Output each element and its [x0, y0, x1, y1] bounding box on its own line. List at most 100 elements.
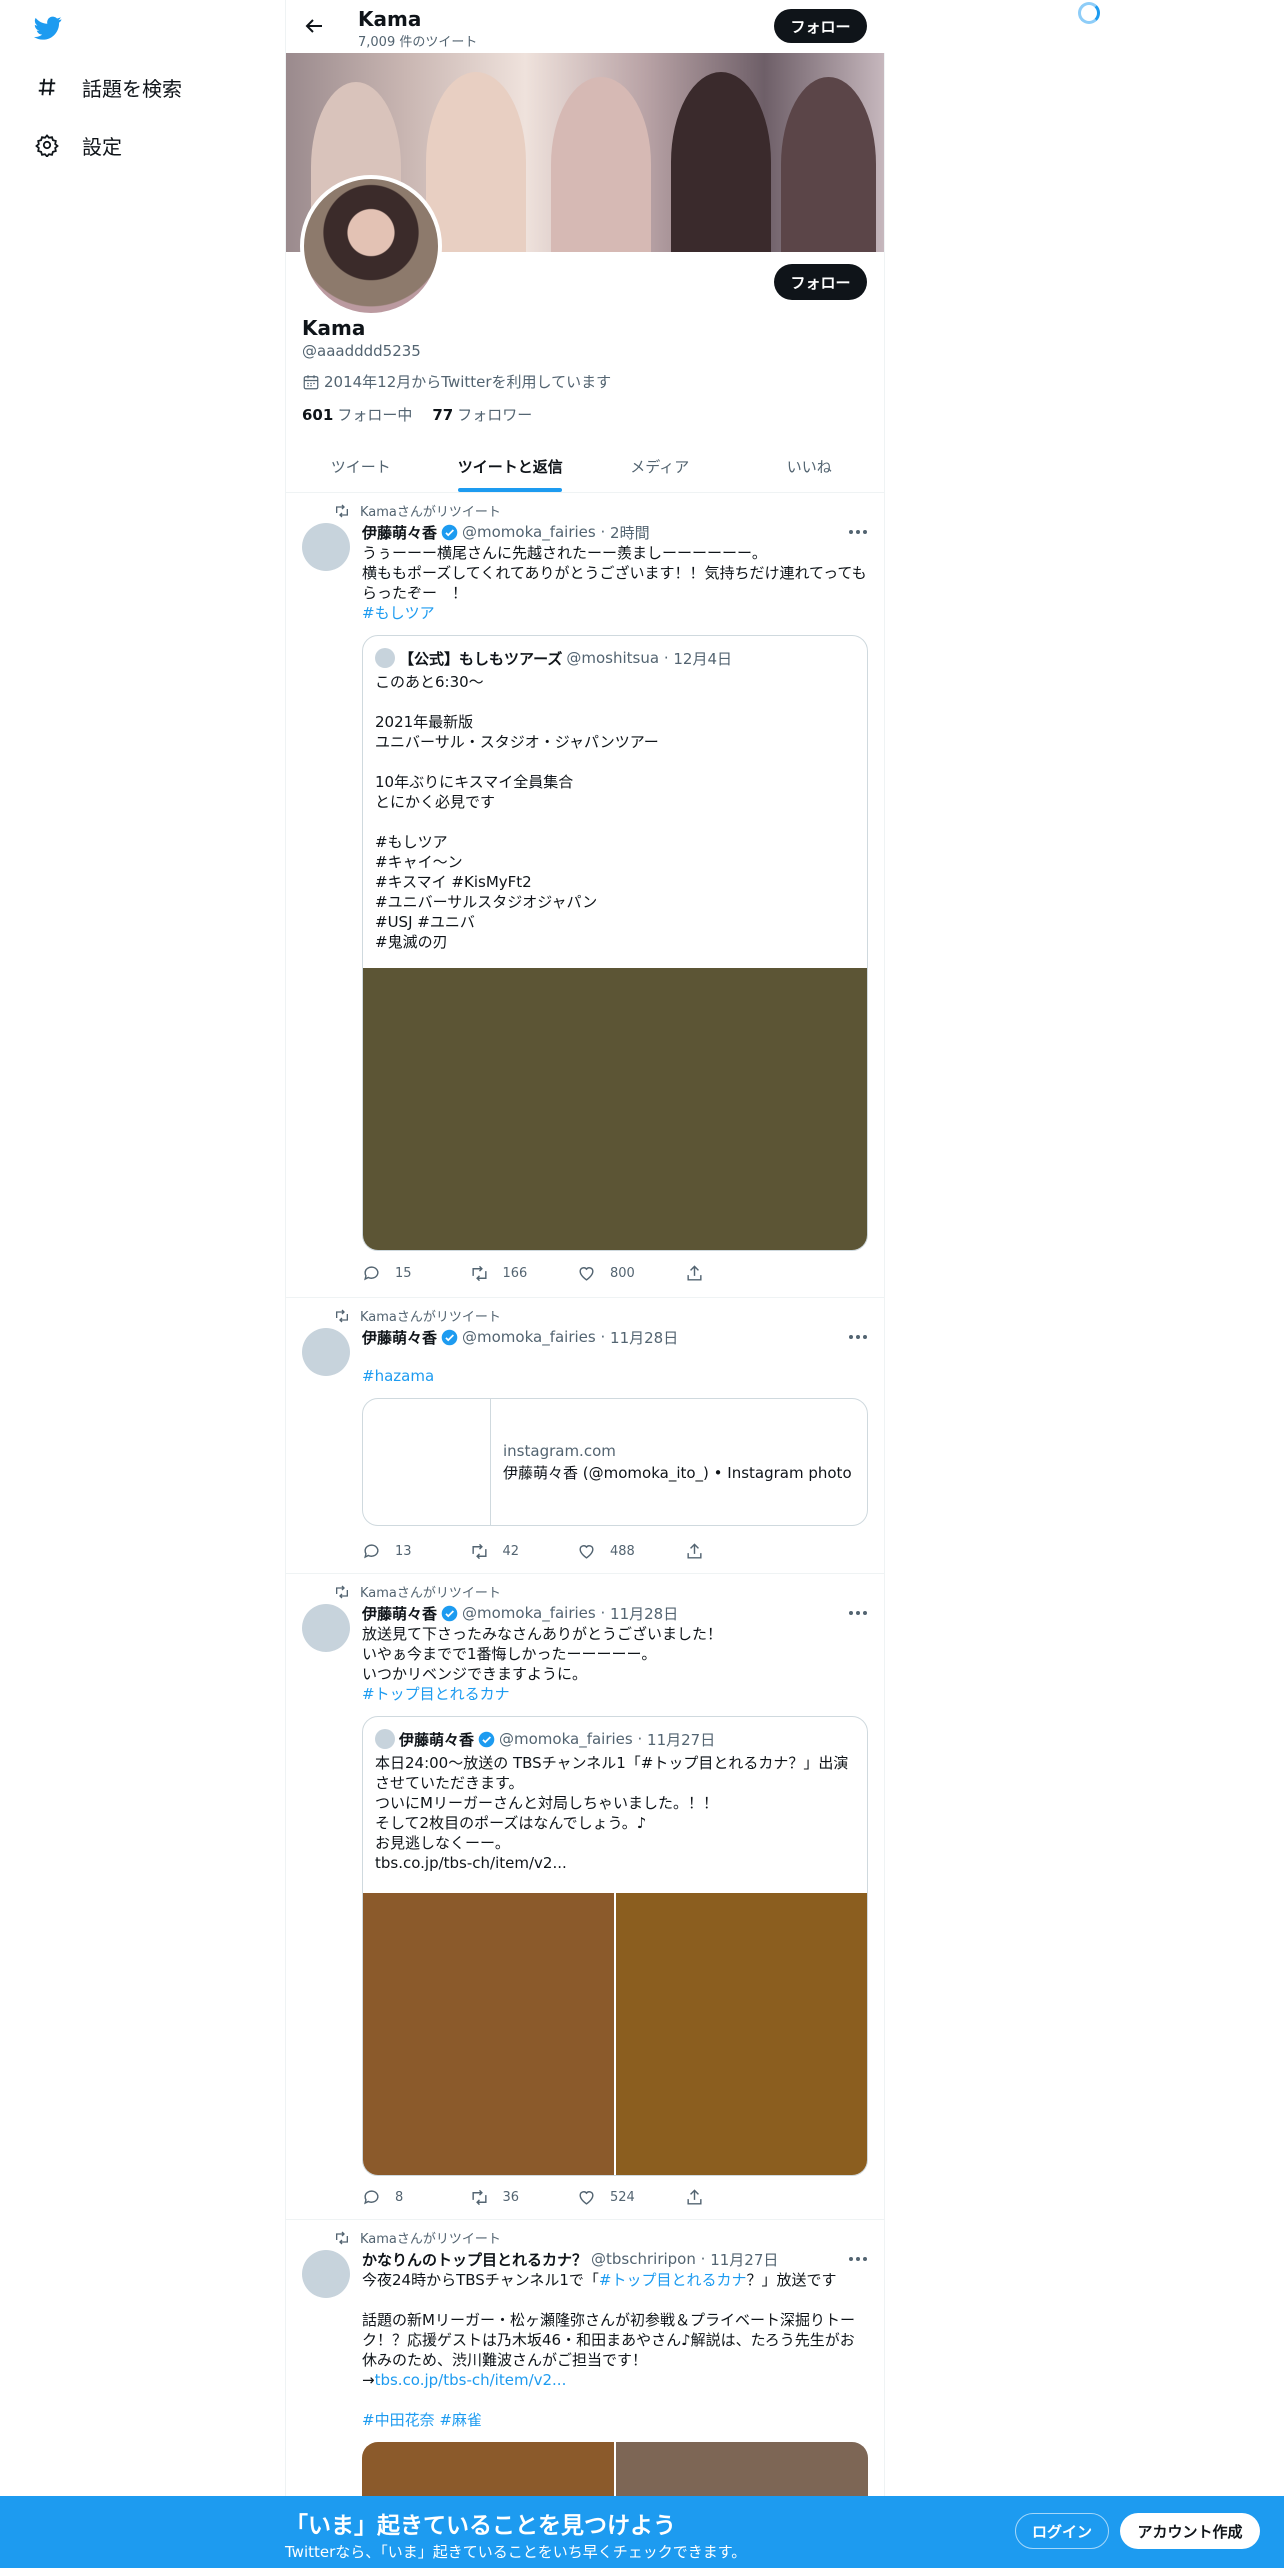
heart-icon [579, 1545, 594, 1559]
hashtag-link[interactable]: #もしツア [362, 603, 868, 623]
tweet-count: 7,009 件のツイート [358, 35, 478, 50]
share-icon [686, 1265, 702, 1281]
retweet-indicator: Kamaさんがリツイート [334, 501, 501, 520]
retweet-icon [471, 1543, 487, 1560]
like-button[interactable]: 800 [577, 1264, 685, 1283]
retweet-button[interactable]: 166 [470, 1264, 578, 1283]
reply-button[interactable]: 8 [362, 2188, 470, 2207]
like-button[interactable]: 488 [577, 1542, 685, 1561]
tweet-time[interactable]: 11月28日 [610, 1603, 678, 1624]
hashtag-link[interactable]: #トップ目とれるカナ [362, 1684, 868, 1704]
retweet-label: Kamaさんがリツイート [360, 1586, 501, 1601]
quote-time: 11月27日 [647, 1730, 716, 1749]
verified-badge-icon [478, 1731, 495, 1747]
retweet-button[interactable]: 42 [470, 1542, 578, 1561]
author-handle[interactable]: @momoka_fairies [462, 523, 596, 541]
tweet[interactable]: Kamaさんがリツイート 伊藤萌々香 @momoka_fairies · 11月… [286, 1574, 884, 2220]
tab-tweets[interactable]: ツイート [286, 440, 436, 492]
back-arrow-icon[interactable] [302, 14, 326, 38]
share-button[interactable] [685, 1264, 793, 1283]
tweet-time[interactable]: 2時間 [610, 522, 650, 543]
retweet-count: 36 [502, 2190, 520, 2205]
gear-icon [34, 132, 60, 158]
avatar[interactable] [302, 2250, 350, 2298]
retweet-button[interactable]: 36 [470, 2188, 578, 2207]
reply-count: 13 [395, 1544, 412, 1559]
quote-media-image[interactable] [363, 1893, 614, 2175]
reply-button[interactable]: 13 [362, 1542, 470, 1561]
main-column: Kama 7,009 件のツイート フォロー フォロー Kama @aaaddd… [285, 0, 886, 2568]
avatar [375, 1729, 395, 1749]
sidebar-item-label: 設定 [82, 134, 122, 159]
profile-name: Kama [302, 316, 366, 340]
author-name[interactable]: 伊藤萌々香 [362, 1327, 437, 1348]
quote-text: 本日24:00〜放送の TBSチャンネル1「#トップ目とれるカナ？」出演させてい… [375, 1754, 849, 1872]
share-icon [686, 2189, 702, 2205]
tweet[interactable]: Kamaさんがリツイート 伊藤萌々香 @momoka_fairies · 11月… [286, 1298, 884, 1574]
retweet-label: Kamaさんがリツイート [360, 2232, 501, 2247]
quote-media-image[interactable] [616, 1893, 867, 2175]
followers-link[interactable]: 77 フォロワー [432, 404, 532, 425]
header-follow-button[interactable]: フォロー [774, 9, 867, 43]
tweet[interactable]: Kamaさんがリツイート 伊藤萌々香 @momoka_fairies · 2時間… [286, 493, 884, 1298]
retweet-icon [471, 1265, 487, 1282]
signup-button[interactable]: アカウント作成 [1120, 2513, 1260, 2549]
avatar[interactable] [302, 523, 350, 571]
hashtag-icon [34, 74, 60, 100]
following-count: 601 [302, 406, 334, 424]
login-button[interactable]: ログイン [1015, 2513, 1109, 2549]
following-label: フォロー中 [337, 406, 413, 424]
hashtag-link[interactable]: #トップ目とれるカナ [599, 2271, 747, 2289]
share-button[interactable] [685, 2188, 793, 2207]
author-handle[interactable]: @tbschriripon [591, 2250, 696, 2268]
retweet-small-icon [336, 504, 348, 517]
reply-button[interactable]: 15 [362, 1264, 470, 1283]
profile-avatar[interactable] [300, 175, 442, 317]
author-handle[interactable]: @momoka_fairies [462, 1328, 596, 1346]
following-link[interactable]: 601 フォロー中 [302, 404, 412, 425]
verified-badge-icon [441, 524, 458, 540]
retweet-small-icon [336, 2231, 348, 2244]
tab-media[interactable]: メディア [585, 440, 735, 492]
hashtag-link[interactable]: #中田花奈 #麻雀 [362, 2410, 868, 2430]
quote-media-grid [363, 1893, 867, 2175]
verified-badge-icon [441, 1329, 458, 1345]
loading-spinner-icon [1078, 2, 1100, 24]
author-name[interactable]: かなりんのトップ目とれるカナ？ [362, 2249, 587, 2270]
author-name[interactable]: 伊藤萌々香 [362, 522, 437, 543]
tweet-text-part: 今夜24時からTBSチャンネル1で「 [362, 2271, 599, 2289]
avatar[interactable] [302, 1328, 350, 1376]
quoted-tweet[interactable]: 【公式】もしもツアーズ @moshitsua · 12月4日 このあと6:30〜… [362, 635, 868, 1251]
link-thumbnail [363, 1399, 491, 1525]
sidebar-item-explore[interactable]: 話題を検索 [34, 67, 182, 107]
like-button[interactable]: 524 [577, 2188, 685, 2207]
tab-tweets-and-replies[interactable]: ツイートと返信 [436, 440, 586, 492]
calendar-icon [303, 374, 319, 389]
link-card[interactable]: instagram.com 伊藤萌々香 (@momoka_ito_) • Ins… [362, 1398, 868, 1526]
banner-title: 「いま」起きていることを見つけよう [285, 2513, 676, 2539]
tweet-time[interactable]: 11月27日 [710, 2249, 778, 2270]
twitter-logo-icon[interactable] [32, 14, 64, 42]
tweet-link[interactable]: tbs.co.jp/tbs-ch/item/v2... [375, 2371, 567, 2389]
tweet-actions: 8 36 524 [362, 2188, 792, 2207]
sidebar-item-settings[interactable]: 設定 [34, 125, 122, 165]
tweet-actions: 13 42 488 [362, 1542, 792, 1561]
author-name[interactable]: 伊藤萌々香 [362, 1603, 437, 1624]
tweet-time[interactable]: 11月28日 [610, 1327, 678, 1348]
profile-handle: @aaadddd5235 [302, 342, 421, 360]
author-handle[interactable]: @momoka_fairies [462, 1604, 596, 1622]
reply-count: 8 [395, 2190, 404, 2205]
share-button[interactable] [685, 1542, 793, 1561]
profile-follow-button[interactable]: フォロー [774, 264, 867, 300]
tab-likes[interactable]: いいね [735, 440, 885, 492]
reply-icon [364, 1544, 379, 1559]
profile-joined: 2014年12月からTwitterを利用しています [302, 371, 611, 392]
tweet-text: うぅーーー横尾さんに先越されたーー羨ましーーーーーー。 横ももポーズしてくれてあ… [362, 544, 867, 602]
quote-author-handle: @momoka_fairies [499, 1730, 633, 1748]
avatar[interactable] [302, 1604, 350, 1652]
quoted-tweet[interactable]: 伊藤萌々香 @momoka_fairies · 11月27日 本日24:00〜放… [362, 1716, 868, 2176]
header-title: Kama [358, 7, 422, 31]
quote-media-image[interactable] [363, 968, 867, 1250]
tweet-text: 今夜24時からTBSチャンネル1で「#トップ目とれるカナ？」放送です [362, 2270, 868, 2290]
hashtag-link[interactable]: #hazama [362, 1366, 868, 1386]
